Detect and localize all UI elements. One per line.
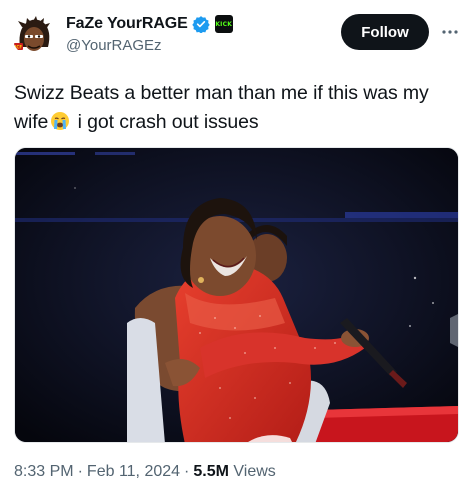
photo-performers-embrace [15,148,458,442]
author-avatar[interactable]: ICF [12,13,56,57]
more-horizontal-icon[interactable] [440,22,460,42]
meta-separator-2: · [184,463,190,480]
loudly-crying-face-icon [51,112,70,130]
avatar-cartoon-icon: ICF [12,13,56,57]
meta-separator: · [77,463,83,480]
tweet-text: Swizz Beats a better man than me if this… [14,79,460,137]
author-name-line: FaZe YourRAGE KICK [66,13,233,35]
views-count[interactable]: 5.5M [193,463,229,480]
author-handle[interactable]: @YourRAGEz [66,37,162,54]
views-label: Views [228,463,276,480]
svg-text:ICF: ICF [15,45,22,50]
tweet-header: ICF FaZe YourRAGE KICK @YourRAGEz Follow [0,0,474,70]
tweet-meta: 8:33 PM · Feb 11, 2024 · 5.5M Views [14,463,276,481]
author-display-name[interactable]: FaZe YourRAGE [66,15,188,33]
tweet-date[interactable]: Feb 11, 2024 [87,463,180,480]
tweet-time[interactable]: 8:33 PM [14,463,74,480]
tweet-media-photo[interactable] [14,147,459,443]
tweet-text-part2: i got crash out issues [72,111,259,133]
verified-check-icon [191,16,210,33]
follow-button[interactable]: Follow [341,14,429,50]
kick-badge-text: KICK [215,20,233,28]
kick-badge-icon[interactable]: KICK [214,15,233,33]
